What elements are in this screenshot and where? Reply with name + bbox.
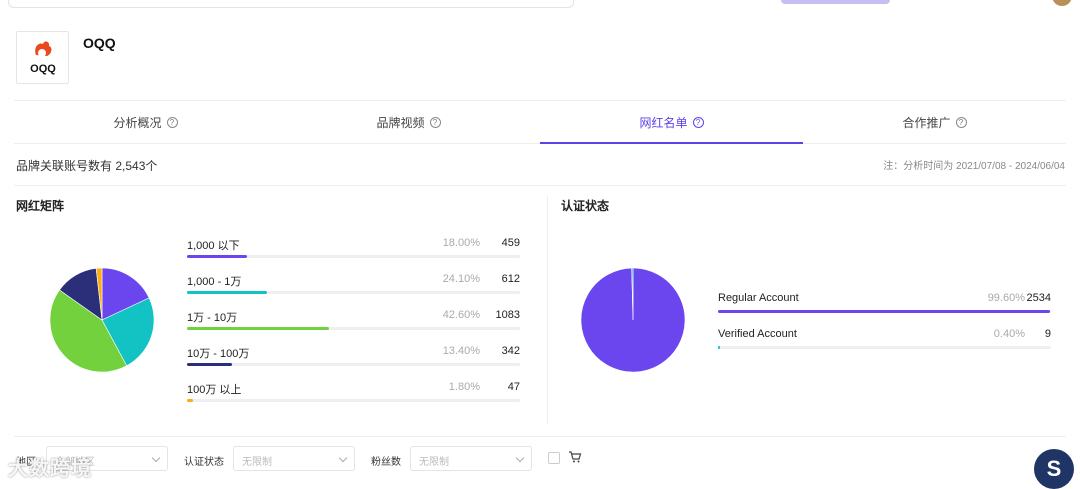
tab-cooperation[interactable]: 合作推广 ? xyxy=(803,101,1066,143)
question-circle-icon[interactable]: ? xyxy=(955,116,967,128)
question-circle-icon[interactable]: ? xyxy=(429,116,441,128)
s-badge-button[interactable]: S xyxy=(1034,449,1074,489)
legend-label: Regular Account xyxy=(718,292,799,304)
chevron-down-icon xyxy=(338,453,348,463)
verification-pie-chart xyxy=(580,267,686,373)
legend-percent: 42.60% xyxy=(442,309,480,321)
verification-status-row: Regular Account 99.60% 2534 xyxy=(718,292,1051,316)
watermark: 大数跨境 xyxy=(8,458,92,480)
fans-select[interactable]: 无限制 xyxy=(410,446,532,471)
tab-bar: 分析概况 ? 品牌视频 ? 网红名单 ? 合作推广 ? xyxy=(14,100,1066,144)
progress-fill xyxy=(187,327,329,330)
verification-select-value: 无限制 xyxy=(242,457,272,468)
progress-fill xyxy=(187,291,268,294)
fans-select-value: 无限制 xyxy=(419,457,449,468)
fans-filter-label: 粉丝数 xyxy=(371,457,401,468)
legend-count: 1083 xyxy=(495,309,520,321)
legend-label: 10万 - 100万 xyxy=(187,348,250,360)
verification-status-row: Verified Account 0.40% 9 xyxy=(718,328,1051,352)
legend-count: 342 xyxy=(501,345,520,357)
svg-text:OQQ: OQQ xyxy=(30,63,56,75)
progress-fill xyxy=(187,255,247,258)
influencer-matrix-pie-chart xyxy=(49,267,155,373)
progress-track xyxy=(187,291,520,294)
progress-track xyxy=(187,363,520,366)
progress-fill xyxy=(187,363,232,366)
tab-label: 合作推广 xyxy=(902,115,951,130)
divider xyxy=(14,436,1066,437)
verification-select[interactable]: 无限制 xyxy=(233,446,355,471)
progress-fill xyxy=(718,346,720,349)
divider xyxy=(14,185,1066,186)
progress-track xyxy=(718,346,1051,349)
tab-overview[interactable]: 分析概况 ? xyxy=(14,101,277,143)
influencer-tier-row: 100万 以上 1.80% 47 xyxy=(187,381,520,405)
brand-logo: OQQ xyxy=(16,31,69,84)
progress-track xyxy=(718,310,1051,313)
influencer-tier-row: 1,000 - 1万 24.10% 612 xyxy=(187,273,520,297)
panel-divider xyxy=(547,196,548,424)
top-action-button[interactable] xyxy=(781,0,890,4)
legend-label: Verified Account xyxy=(718,328,797,340)
legend-count: 47 xyxy=(507,381,520,393)
tab-label: 网红名单 xyxy=(639,115,688,130)
legend-percent: 18.00% xyxy=(442,237,480,249)
legend-count: 459 xyxy=(501,237,520,249)
influencer-tier-row: 10万 - 100万 13.40% 342 xyxy=(187,345,520,369)
legend-percent: 99.60% xyxy=(987,292,1025,304)
filter-bar: 地区 全部地区 认证状态 无限制 粉丝数 无限制 xyxy=(16,446,1016,472)
checkbox-icon[interactable] xyxy=(548,452,560,464)
legend-count: 2534 xyxy=(1026,292,1051,304)
legend-label: 100万 以上 xyxy=(187,384,242,396)
tab-brand-videos[interactable]: 品牌视频 ? xyxy=(277,101,540,143)
avatar[interactable] xyxy=(1052,0,1072,6)
cart-icon[interactable] xyxy=(568,450,582,464)
legend-percent: 1.80% xyxy=(448,381,480,393)
tab-influencer-list[interactable]: 网红名单 ? xyxy=(540,101,803,144)
chevron-down-icon xyxy=(151,453,161,463)
brand-logo-icon: OQQ xyxy=(30,41,56,75)
brand-name: OQQ xyxy=(83,35,116,51)
legend-count: 9 xyxy=(1044,328,1051,340)
progress-track xyxy=(187,399,520,402)
question-circle-icon[interactable]: ? xyxy=(166,116,178,128)
legend-percent: 13.40% xyxy=(442,345,480,357)
verification-filter-label: 认证状态 xyxy=(184,457,224,468)
influencer-tier-row: 1万 - 10万 42.60% 1083 xyxy=(187,309,520,333)
legend-count: 612 xyxy=(501,273,520,285)
legend-percent: 0.40% xyxy=(993,328,1025,340)
legend-label: 1万 - 10万 xyxy=(187,312,238,324)
account-count-summary: 品牌关联账号数有 2,543个 xyxy=(16,159,158,173)
verification-status-title: 认证状态 xyxy=(561,199,610,213)
question-circle-icon[interactable]: ? xyxy=(692,116,704,128)
chevron-down-icon xyxy=(515,453,525,463)
influencer-matrix-title: 网红矩阵 xyxy=(16,199,65,213)
top-bar xyxy=(0,0,1080,12)
top-search-input[interactable] xyxy=(8,0,574,8)
progress-track xyxy=(187,327,520,330)
influencer-tier-row: 1,000 以下 18.00% 459 xyxy=(187,237,520,261)
progress-track xyxy=(187,255,520,258)
legend-percent: 24.10% xyxy=(442,273,480,285)
analysis-period-note: 注：分析时间为 2021/07/08 - 2024/06/04 xyxy=(883,161,1065,172)
legend-label: 1,000 以下 xyxy=(187,240,240,252)
tab-label: 品牌视频 xyxy=(376,115,425,130)
progress-fill xyxy=(718,310,1050,313)
legend-label: 1,000 - 1万 xyxy=(187,276,242,288)
progress-fill xyxy=(187,399,193,402)
tab-label: 分析概况 xyxy=(113,115,162,130)
